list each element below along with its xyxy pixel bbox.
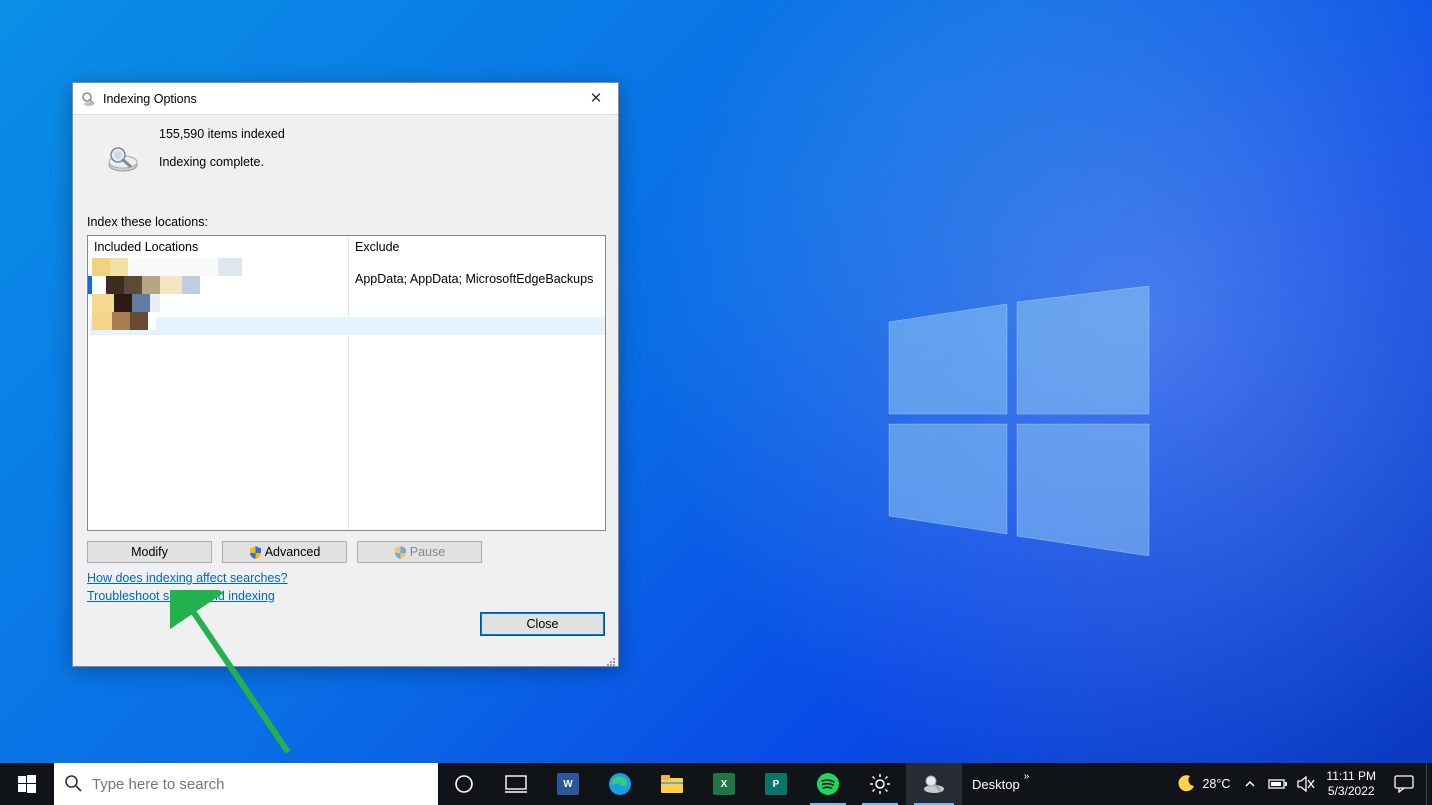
column-header-exclude[interactable]: Exclude bbox=[349, 236, 605, 258]
search-icon bbox=[54, 774, 92, 795]
taskbar-search[interactable] bbox=[54, 763, 438, 805]
dialog-title: Indexing Options bbox=[103, 92, 574, 106]
indexing-options-dialog: Indexing Options ✕ 155,590 items indexed… bbox=[72, 82, 619, 667]
modify-button-label: Modify bbox=[131, 545, 168, 559]
clock-date: 5/3/2022 bbox=[1326, 784, 1376, 799]
indexing-options-icon bbox=[81, 91, 97, 107]
chevron-right-icon: » bbox=[1024, 771, 1030, 782]
items-indexed-count: 155,590 items indexed bbox=[159, 127, 604, 141]
battery-icon[interactable] bbox=[1264, 763, 1292, 805]
start-button[interactable] bbox=[0, 763, 54, 805]
show-desktop-button[interactable] bbox=[1426, 763, 1432, 805]
cortana-button[interactable] bbox=[438, 763, 490, 805]
spotify-taskbar-icon[interactable] bbox=[802, 763, 854, 805]
weather-widget[interactable]: 28°C bbox=[1172, 763, 1236, 805]
indexing-options-taskbar-icon[interactable] bbox=[906, 763, 962, 805]
weather-temp: 28°C bbox=[1202, 777, 1230, 791]
advanced-button-label: Advanced bbox=[265, 545, 321, 559]
volume-icon[interactable] bbox=[1292, 763, 1320, 805]
indexing-status-text: Indexing complete. bbox=[159, 155, 604, 169]
close-button[interactable]: Close bbox=[481, 613, 604, 635]
moon-icon bbox=[1178, 774, 1196, 795]
settings-taskbar-icon[interactable] bbox=[854, 763, 906, 805]
edge-taskbar-icon[interactable] bbox=[594, 763, 646, 805]
publisher-taskbar-icon[interactable]: P bbox=[750, 763, 802, 805]
how-indexing-link[interactable]: How does indexing affect searches? bbox=[87, 571, 288, 585]
dialog-close-button[interactable]: ✕ bbox=[574, 83, 618, 115]
locations-listbox[interactable]: Included Locations bbox=[87, 235, 606, 531]
taskbar-clock[interactable]: 11:11 PM 5/3/2022 bbox=[1320, 769, 1382, 799]
taskbar: W X P Desktop » 28°C bbox=[0, 763, 1432, 805]
pause-button-label: Pause bbox=[410, 545, 445, 559]
modify-button[interactable]: Modify bbox=[87, 541, 212, 563]
word-taskbar-icon[interactable]: W bbox=[542, 763, 594, 805]
exclude-row[interactable]: AppData; AppData; MicrosoftEdgeBackups bbox=[349, 270, 605, 288]
search-input[interactable] bbox=[92, 776, 438, 793]
locations-label: Index these locations: bbox=[87, 215, 604, 229]
desktop-toolbar[interactable]: Desktop » bbox=[962, 763, 1039, 805]
tray-overflow-button[interactable] bbox=[1236, 763, 1264, 805]
dialog-titlebar[interactable]: Indexing Options ✕ bbox=[73, 83, 618, 115]
advanced-button[interactable]: Advanced bbox=[222, 541, 347, 563]
uac-shield-icon bbox=[394, 546, 407, 559]
resize-grip-icon[interactable] bbox=[606, 654, 616, 664]
excel-taskbar-icon[interactable]: X bbox=[698, 763, 750, 805]
desktop-toolbar-label: Desktop bbox=[972, 777, 1020, 792]
task-view-button[interactable] bbox=[490, 763, 542, 805]
uac-shield-icon bbox=[249, 546, 262, 559]
action-center-button[interactable] bbox=[1382, 763, 1426, 805]
clock-time: 11:11 PM bbox=[1326, 769, 1376, 784]
pause-button: Pause bbox=[357, 541, 482, 563]
column-header-included[interactable]: Included Locations bbox=[88, 236, 348, 258]
troubleshoot-link[interactable]: Troubleshoot search and indexing bbox=[87, 589, 275, 603]
indexing-status-icon bbox=[87, 127, 159, 176]
file-explorer-taskbar-icon[interactable] bbox=[646, 763, 698, 805]
